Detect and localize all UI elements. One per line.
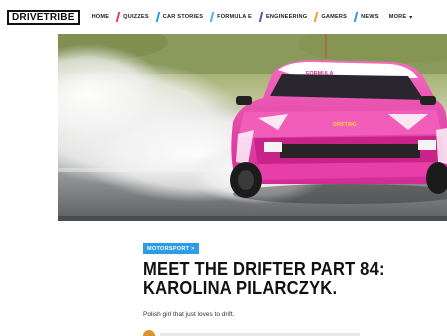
nav-accent-bar	[115, 12, 121, 22]
article-subtitle: Polish girl that just loves to drift.	[143, 311, 235, 318]
nav-item-engineering[interactable]: ENGINEERING	[258, 12, 308, 22]
nav-item-label: HOME	[91, 14, 110, 20]
top-nav: DRIVETRIBE HOME QUIZZES CAR STORIES FORM…	[0, 0, 447, 34]
nav-item-label: QUIZZES	[123, 14, 149, 20]
nav-accent-bar	[258, 12, 264, 22]
chevron-down-icon: ▾	[409, 14, 413, 21]
nav-accent-bar	[209, 12, 215, 22]
nav-item-more[interactable]: MORE ▾	[389, 14, 413, 21]
nav-item-car-stories[interactable]: CAR STORIES	[155, 12, 204, 22]
nav-accent-bar	[155, 12, 161, 22]
nav-item-label: ENGINEERING	[265, 14, 308, 20]
drift-car-illustration: FORMULA DRIFTING	[58, 34, 447, 221]
nav-item-label: GAMERS	[321, 14, 348, 20]
nav-accent-bar	[314, 12, 319, 22]
nav-item-news[interactable]: NEWS	[353, 12, 379, 22]
nav-item-formula-e[interactable]: FORMULA E	[209, 12, 252, 22]
nav-item-label: FORMULA E	[217, 14, 252, 20]
article-title: MEET THE DRIFTER PART 84: KAROLINA PILAR…	[143, 260, 410, 298]
category-tag[interactable]: MOTORSPORT >	[143, 243, 199, 254]
nav-item-quizzes[interactable]: QUIZZES	[115, 12, 149, 22]
windshield-banner-text: FORMULA	[306, 71, 334, 77]
article-title-line: KAROLINA PILARCZYK.	[143, 278, 338, 298]
nav-item-label: NEWS	[361, 14, 379, 20]
nav-item-gamers[interactable]: GAMERS	[314, 12, 348, 22]
nav-item-label: CAR STORIES	[162, 14, 204, 20]
article-title-line: MEET THE DRIFTER PART 84:	[143, 259, 385, 279]
nav-item-label: MORE	[388, 14, 407, 20]
nav-accent-bar	[353, 12, 359, 22]
hood-sponsor-text: DRIFTING	[333, 122, 357, 128]
hero-image: FORMULA DRIFTING	[58, 34, 447, 221]
nav-links: HOME QUIZZES CAR STORIES FORMULA E ENGIN…	[90, 12, 421, 22]
nav-item-home[interactable]: HOME	[92, 14, 110, 20]
page: DRIVETRIBE HOME QUIZZES CAR STORIES FORM…	[0, 0, 447, 336]
author-avatar[interactable]	[143, 330, 155, 336]
site-logo[interactable]: DRIVETRIBE	[7, 9, 80, 25]
